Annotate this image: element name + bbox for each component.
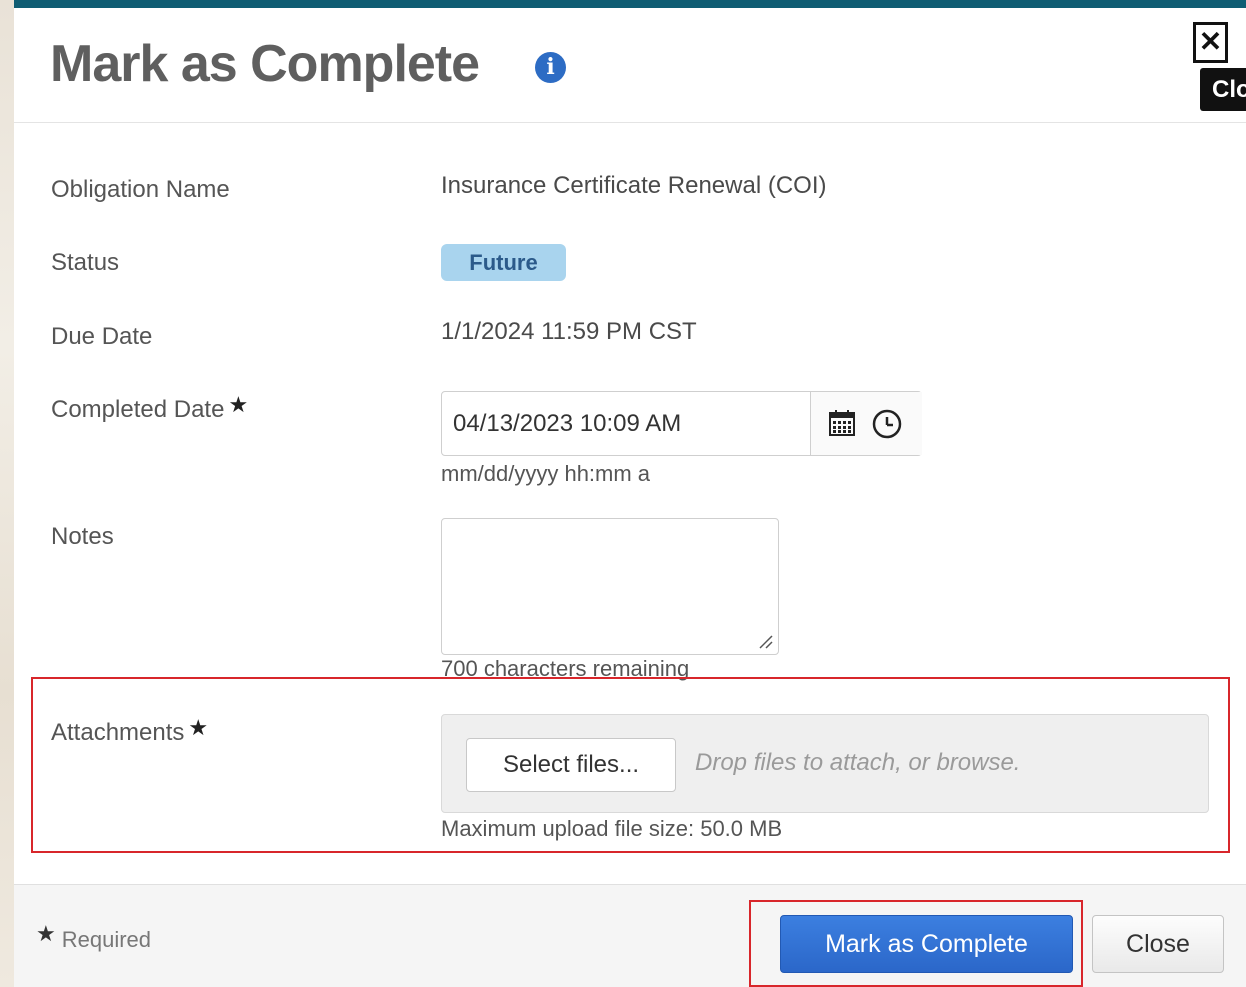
dialog-footer: ★ Required Mark as Complete Close [14, 884, 1246, 987]
completed-date-label-text: Completed Date [51, 396, 225, 423]
info-icon[interactable]: i [535, 52, 566, 83]
due-date-label: Due Date [51, 323, 153, 350]
obligation-name-value: Insurance Certificate Renewal (COI) [441, 172, 827, 199]
notes-textarea[interactable] [441, 518, 779, 655]
max-upload-size: Maximum upload file size: 50.0 MB [441, 816, 783, 841]
clock-icon[interactable] [871, 408, 903, 440]
drop-files-hint: Drop files to attach, or browse. [695, 749, 1021, 776]
mark-as-complete-button[interactable]: Mark as Complete [780, 915, 1073, 973]
notes-label: Notes [51, 523, 114, 550]
due-date-value: 1/1/2024 11:59 PM CST [441, 318, 697, 345]
resize-grip-icon[interactable] [756, 632, 774, 650]
attachments-label: Attachments ★ [51, 715, 208, 747]
required-legend: ★ Required [36, 921, 152, 953]
dialog-header: Mark as Complete i ✕ Close [14, 8, 1246, 123]
attachments-dropzone[interactable]: Select files... Drop files to attach, or… [441, 714, 1209, 813]
completed-date-picker [441, 391, 922, 456]
notes-characters-remaining: 700 characters remaining [441, 656, 690, 681]
obligation-name-label: Obligation Name [51, 176, 230, 203]
dialog-title: Mark as Complete [50, 35, 480, 93]
mark-complete-dialog: Mark as Complete i ✕ Close Obligation Na… [14, 8, 1246, 987]
close-button[interactable]: Close [1092, 915, 1224, 973]
date-format-hint: mm/dd/yyyy hh:mm a [441, 461, 651, 486]
close-tooltip: Close [1200, 68, 1246, 111]
completed-date-input[interactable] [442, 392, 810, 455]
required-star: ★ [228, 392, 249, 417]
calendar-icon[interactable] [828, 409, 856, 437]
required-star: ★ [36, 921, 56, 946]
completed-date-label: Completed Date ★ [51, 392, 248, 424]
required-star: ★ [188, 715, 209, 740]
attachments-label-text: Attachments [51, 719, 185, 746]
status-label: Status [51, 249, 120, 276]
status-badge: Future [441, 244, 566, 281]
page-backdrop [0, 0, 14, 987]
close-icon-button[interactable]: ✕ [1193, 22, 1228, 63]
required-legend-text: Required [61, 927, 152, 952]
date-picker-buttons [810, 392, 922, 455]
select-files-button[interactable]: Select files... [466, 738, 676, 792]
